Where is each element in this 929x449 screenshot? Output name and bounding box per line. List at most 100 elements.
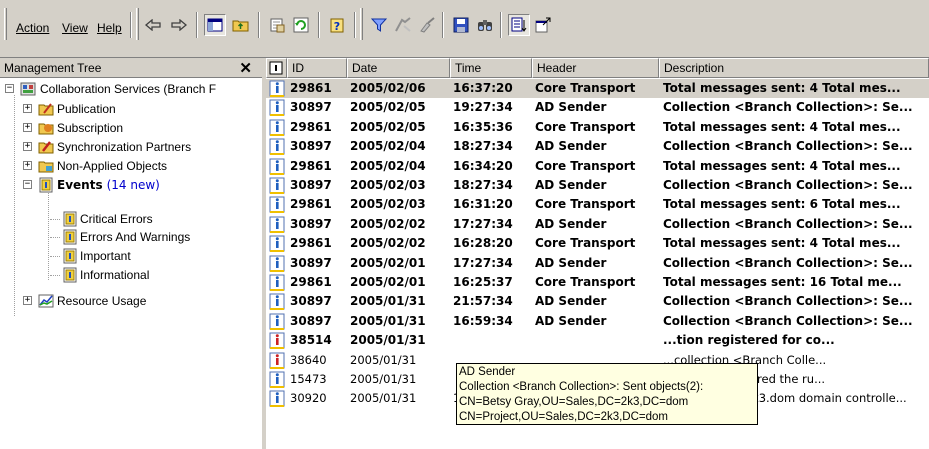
tooltip-line: Collection <Branch Collection>: Sent obj… xyxy=(459,381,704,393)
table-row[interactable]: 29861 2005/02/05 16:35:36 Core Transport… xyxy=(266,118,929,137)
cell-header xyxy=(535,331,659,350)
cell-date: 2005/02/04 xyxy=(350,139,426,154)
table-row[interactable]: 29861 2005/02/01 16:25:37 Core Transport… xyxy=(266,273,929,292)
table-row[interactable]: 30897 2005/02/04 18:27:34 AD Sender Coll… xyxy=(266,137,929,156)
table-row[interactable]: 30897 2005/01/31 16:59:34 AD Sender Coll… xyxy=(266,312,929,331)
cell-header: AD Sender xyxy=(535,255,607,270)
sort-button[interactable] xyxy=(508,14,530,36)
properties-button[interactable] xyxy=(266,14,288,36)
tree-item-root[interactable]: − Collaboration Services (Branch F xyxy=(0,80,264,98)
cell-description: Collection <Branch Collection>: Se... xyxy=(663,100,913,115)
menu-view[interactable]: View xyxy=(62,21,88,35)
column-header-date[interactable]: Date xyxy=(347,58,450,78)
info-icon xyxy=(269,293,285,311)
table-row[interactable]: 30897 2005/02/02 17:27:34 AD Sender Coll… xyxy=(266,215,929,234)
menu-action[interactable]: Action xyxy=(16,21,49,35)
toolbar-grip[interactable] xyxy=(360,8,363,40)
expand-toggle[interactable]: + xyxy=(23,142,32,151)
tree-label: Publication xyxy=(57,102,116,116)
toolbar-separator xyxy=(130,12,132,38)
cell-date: 2005/01/31 xyxy=(350,333,426,348)
properties-icon xyxy=(270,18,285,33)
cell-date: 2005/02/03 xyxy=(350,197,426,212)
expand-toggle[interactable]: + xyxy=(23,161,32,170)
table-row[interactable]: 30897 2005/01/31 21:57:34 AD Sender Coll… xyxy=(266,292,929,311)
find-button[interactable] xyxy=(474,14,496,36)
tree-label: Errors And Warnings xyxy=(80,230,191,244)
column-header-id[interactable]: ID xyxy=(287,58,347,78)
info-icon xyxy=(269,235,285,253)
cell-time: 16:34:20 xyxy=(453,158,513,173)
table-row[interactable]: 30897 2005/02/05 19:27:34 AD Sender Coll… xyxy=(266,98,929,117)
expand-toggle[interactable]: + xyxy=(23,104,32,113)
collapse-toggle[interactable]: − xyxy=(23,180,32,189)
cell-header: Core Transport xyxy=(535,81,636,95)
cell-date: 2005/01/31 xyxy=(350,352,417,367)
forward-button[interactable] xyxy=(168,14,190,36)
event-tooltip: AD Sender Collection <Branch Collection>… xyxy=(456,363,758,425)
cell-header: AD Sender xyxy=(535,139,607,154)
table-row[interactable]: 29861 2005/02/02 16:28:20 Core Transport… xyxy=(266,234,929,253)
info-icon xyxy=(269,216,285,233)
table-row[interactable]: 30897 2005/02/03 18:27:34 AD Sender Coll… xyxy=(266,176,929,195)
refresh-button[interactable] xyxy=(290,14,312,36)
column-header-icon[interactable] xyxy=(266,58,287,78)
table-row[interactable]: 29861 2005/02/06 16:37:20 Core Transport… xyxy=(266,79,929,98)
menubar-grip[interactable] xyxy=(4,8,7,40)
save-button[interactable] xyxy=(450,14,472,36)
cell-date: 2005/01/31 xyxy=(350,313,426,328)
info-icon xyxy=(269,196,285,214)
event-type-column-icon xyxy=(269,61,283,75)
mark-read-button[interactable] xyxy=(392,14,414,36)
cell-id: 15473 xyxy=(290,372,327,386)
cell-date: 2005/01/31 xyxy=(350,391,417,406)
clear-button[interactable] xyxy=(416,14,438,36)
cell-date: 2005/01/31 xyxy=(350,294,426,309)
show-tree-button[interactable] xyxy=(204,14,226,36)
toolbar-grip[interactable] xyxy=(136,8,139,40)
folder-up-icon xyxy=(232,20,249,32)
table-row[interactable]: 38514 2005/01/31 ...tion registered for … xyxy=(266,331,929,350)
column-header-time[interactable]: Time xyxy=(450,58,532,78)
expand-toggle[interactable]: + xyxy=(23,123,32,132)
info-icon xyxy=(269,313,285,330)
table-row[interactable]: 30897 2005/02/01 17:27:34 AD Sender Coll… xyxy=(266,254,929,273)
cell-time: 18:27:34 xyxy=(453,178,513,192)
tree-label: Resource Usage xyxy=(57,294,147,308)
help-topics-button[interactable]: ? xyxy=(326,14,348,36)
cell-time: 16:28:20 xyxy=(453,236,513,251)
cell-date: 2005/02/04 xyxy=(350,158,426,173)
cell-header: Core Transport xyxy=(535,197,636,212)
forward-arrow-icon xyxy=(171,19,188,31)
tooltip-line: AD Sender xyxy=(459,366,516,378)
tree-connector xyxy=(50,219,60,220)
column-header-header[interactable]: Header xyxy=(532,58,659,78)
close-icon[interactable]: ✕ xyxy=(239,59,252,77)
table-row[interactable]: 29861 2005/02/03 16:31:20 Core Transport… xyxy=(266,195,929,214)
event-filter-icon xyxy=(63,248,77,264)
cell-time: 19:27:34 xyxy=(453,100,513,115)
up-folder-button[interactable] xyxy=(230,14,252,36)
menu-help[interactable]: Help xyxy=(97,21,122,35)
export-button[interactable] xyxy=(532,14,554,36)
tree-header-title: Management Tree xyxy=(4,61,102,75)
subscription-icon xyxy=(38,123,54,135)
refresh-icon xyxy=(293,17,309,33)
cell-header: Core Transport xyxy=(535,236,636,251)
cell-time xyxy=(453,331,533,350)
tree-header: Management Tree ✕ xyxy=(0,58,262,78)
cell-id: 38640 xyxy=(290,352,327,367)
column-header-description[interactable]: Description xyxy=(659,58,929,78)
cell-header: AD Sender xyxy=(535,294,607,309)
cell-description: Collection <Branch Collection>: Se... xyxy=(663,178,913,192)
cell-id: 30897 xyxy=(290,100,332,115)
cell-id: 30897 xyxy=(290,294,332,309)
expand-toggle[interactable]: + xyxy=(23,296,32,305)
tree-body: − Collaboration Services (Branch F + Pub… xyxy=(0,78,264,449)
back-button[interactable] xyxy=(142,14,164,36)
table-row[interactable]: 29861 2005/02/04 16:34:20 Core Transport… xyxy=(266,157,929,176)
collapse-toggle[interactable]: − xyxy=(5,84,14,93)
mark-read-icon xyxy=(395,17,411,32)
filter-button[interactable] xyxy=(368,14,390,36)
toolbar-separator xyxy=(500,12,502,38)
